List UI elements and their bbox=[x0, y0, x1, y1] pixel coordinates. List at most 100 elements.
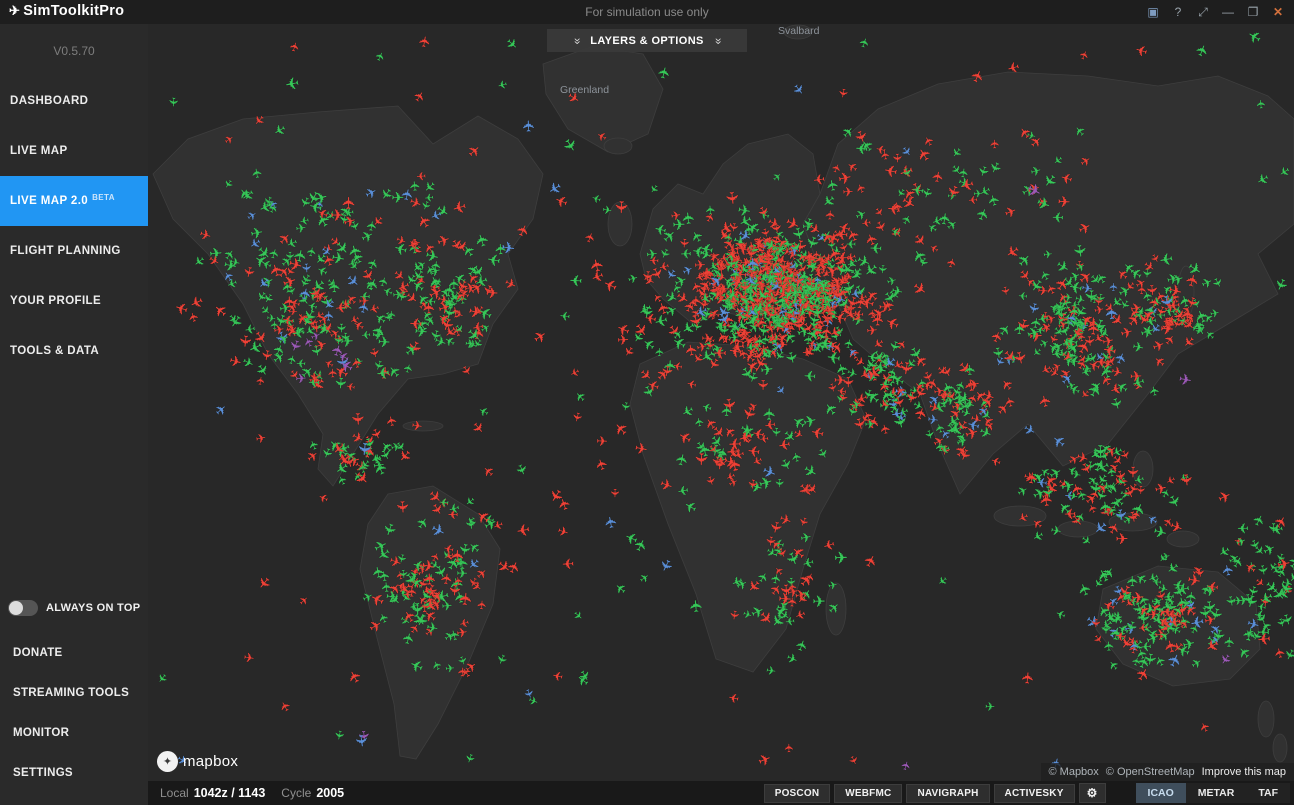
aircraft-icon[interactable]: ✈ bbox=[807, 335, 819, 349]
aircraft-icon[interactable]: ✈ bbox=[799, 253, 821, 275]
aircraft-icon[interactable]: ✈ bbox=[1112, 510, 1125, 522]
aircraft-icon[interactable]: ✈ bbox=[186, 291, 205, 311]
aircraft-icon[interactable]: ✈ bbox=[1038, 492, 1056, 508]
aircraft-icon[interactable]: ✈ bbox=[750, 280, 762, 294]
aircraft-icon[interactable]: ✈ bbox=[786, 242, 801, 259]
aircraft-icon[interactable]: ✈ bbox=[1159, 291, 1179, 311]
aircraft-icon[interactable]: ✈ bbox=[437, 495, 450, 510]
aircraft-icon[interactable]: ✈ bbox=[638, 571, 653, 586]
aircraft-icon[interactable]: ✈ bbox=[1093, 269, 1111, 286]
aircraft-icon[interactable]: ✈ bbox=[223, 134, 237, 149]
aircraft-icon[interactable]: ✈ bbox=[1050, 303, 1066, 320]
aircraft-icon[interactable]: ✈ bbox=[911, 181, 926, 198]
aircraft-icon[interactable]: ✈ bbox=[935, 442, 947, 453]
aircraft-icon[interactable]: ✈ bbox=[1087, 379, 1106, 398]
aircraft-icon[interactable]: ✈ bbox=[721, 247, 741, 267]
aircraft-icon[interactable]: ✈ bbox=[800, 271, 817, 289]
aircraft-icon[interactable]: ✈ bbox=[697, 289, 714, 307]
aircraft-icon[interactable]: ✈ bbox=[305, 284, 324, 302]
aircraft-icon[interactable]: ✈ bbox=[1104, 479, 1123, 497]
aircraft-icon[interactable]: ✈ bbox=[1163, 589, 1176, 604]
aircraft-icon[interactable]: ✈ bbox=[1030, 528, 1046, 545]
aircraft-icon[interactable]: ✈ bbox=[878, 385, 898, 404]
aircraft-icon[interactable]: ✈ bbox=[1168, 602, 1189, 624]
aircraft-icon[interactable]: ✈ bbox=[850, 416, 868, 432]
aircraft-icon[interactable]: ✈ bbox=[937, 440, 952, 454]
aircraft-icon[interactable]: ✈ bbox=[980, 412, 998, 430]
aircraft-icon[interactable]: ✈ bbox=[795, 282, 806, 295]
aircraft-icon[interactable]: ✈ bbox=[844, 366, 858, 382]
aircraft-icon[interactable]: ✈ bbox=[1202, 581, 1218, 599]
aircraft-icon[interactable]: ✈ bbox=[444, 286, 464, 305]
aircraft-icon[interactable]: ✈ bbox=[400, 606, 420, 625]
aircraft-icon[interactable]: ✈ bbox=[443, 541, 456, 556]
aircraft-icon[interactable]: ✈ bbox=[662, 322, 682, 342]
aircraft-icon[interactable]: ✈ bbox=[392, 288, 405, 303]
aircraft-icon[interactable]: ✈ bbox=[723, 468, 736, 482]
aircraft-icon[interactable]: ✈ bbox=[849, 283, 870, 303]
aircraft-icon[interactable]: ✈ bbox=[727, 609, 741, 621]
aircraft-icon[interactable]: ✈ bbox=[818, 251, 837, 271]
aircraft-icon[interactable]: ✈ bbox=[743, 355, 764, 377]
aircraft-icon[interactable]: ✈ bbox=[712, 257, 731, 274]
aircraft-icon[interactable]: ✈ bbox=[784, 282, 801, 300]
aircraft-icon[interactable]: ✈ bbox=[750, 315, 764, 328]
aircraft-icon[interactable]: ✈ bbox=[1171, 313, 1192, 334]
aircraft-icon[interactable]: ✈ bbox=[802, 304, 816, 317]
aircraft-icon[interactable]: ✈ bbox=[1130, 372, 1147, 391]
aircraft-icon[interactable]: ✈ bbox=[324, 277, 339, 292]
aircraft-icon[interactable]: ✈ bbox=[1039, 463, 1054, 478]
aircraft-icon[interactable]: ✈ bbox=[794, 305, 809, 321]
aircraft-icon[interactable]: ✈ bbox=[305, 367, 325, 387]
aircraft-icon[interactable]: ✈ bbox=[732, 324, 752, 344]
aircraft-icon[interactable]: ✈ bbox=[308, 196, 325, 215]
aircraft-icon[interactable]: ✈ bbox=[760, 255, 776, 270]
aircraft-icon[interactable]: ✈ bbox=[1078, 533, 1094, 549]
aircraft-icon[interactable]: ✈ bbox=[818, 333, 833, 351]
aircraft-icon[interactable]: ✈ bbox=[1240, 592, 1255, 606]
aircraft-icon[interactable]: ✈ bbox=[736, 239, 752, 257]
aircraft-icon[interactable]: ✈ bbox=[748, 266, 762, 279]
aircraft-icon[interactable]: ✈ bbox=[1106, 520, 1124, 537]
aircraft-icon[interactable]: ✈ bbox=[1041, 469, 1063, 491]
aircraft-icon[interactable]: ✈ bbox=[769, 310, 788, 329]
aircraft-icon[interactable]: ✈ bbox=[463, 280, 477, 296]
aircraft-icon[interactable]: ✈ bbox=[313, 210, 334, 230]
aircraft-icon[interactable]: ✈ bbox=[814, 328, 830, 343]
aircraft-icon[interactable]: ✈ bbox=[693, 257, 705, 272]
aircraft-icon[interactable]: ✈ bbox=[295, 356, 306, 369]
aircraft-icon[interactable]: ✈ bbox=[1114, 627, 1128, 643]
aircraft-icon[interactable]: ✈ bbox=[767, 342, 782, 357]
aircraft-icon[interactable]: ✈ bbox=[832, 392, 846, 405]
aircraft-icon[interactable]: ✈ bbox=[306, 438, 321, 452]
aircraft-icon[interactable]: ✈ bbox=[766, 277, 785, 297]
aircraft-icon[interactable]: ✈ bbox=[726, 264, 740, 278]
aircraft-icon[interactable]: ✈ bbox=[1142, 302, 1162, 321]
aircraft-icon[interactable]: ✈ bbox=[759, 334, 773, 346]
aircraft-icon[interactable]: ✈ bbox=[1069, 317, 1085, 331]
aircraft-icon[interactable]: ✈ bbox=[222, 258, 238, 276]
aircraft-icon[interactable]: ✈ bbox=[847, 393, 868, 413]
aircraft-icon[interactable]: ✈ bbox=[785, 278, 803, 295]
aircraft-icon[interactable]: ✈ bbox=[1052, 310, 1070, 327]
aircraft-icon[interactable]: ✈ bbox=[1175, 579, 1191, 597]
aircraft-icon[interactable]: ✈ bbox=[931, 169, 947, 183]
aircraft-icon[interactable]: ✈ bbox=[331, 360, 352, 382]
aircraft-icon[interactable]: ✈ bbox=[477, 403, 492, 419]
aircraft-icon[interactable]: ✈ bbox=[558, 135, 580, 156]
aircraft-icon[interactable]: ✈ bbox=[801, 271, 820, 288]
aircraft-icon[interactable]: ✈ bbox=[950, 397, 965, 413]
aircraft-icon[interactable]: ✈ bbox=[307, 373, 319, 388]
aircraft-icon[interactable]: ✈ bbox=[355, 441, 373, 457]
aircraft-icon[interactable]: ✈ bbox=[733, 259, 749, 275]
aircraft-icon[interactable]: ✈ bbox=[781, 322, 796, 336]
aircraft-icon[interactable]: ✈ bbox=[942, 182, 962, 200]
aircraft-icon[interactable]: ✈ bbox=[819, 299, 835, 314]
aircraft-icon[interactable]: ✈ bbox=[451, 323, 466, 338]
aircraft-icon[interactable]: ✈ bbox=[282, 313, 297, 329]
aircraft-icon[interactable]: ✈ bbox=[432, 334, 449, 352]
aircraft-icon[interactable]: ✈ bbox=[749, 352, 771, 373]
aircraft-icon[interactable]: ✈ bbox=[364, 255, 382, 272]
aircraft-icon[interactable]: ✈ bbox=[696, 339, 709, 354]
aircraft-icon[interactable]: ✈ bbox=[1279, 582, 1294, 598]
